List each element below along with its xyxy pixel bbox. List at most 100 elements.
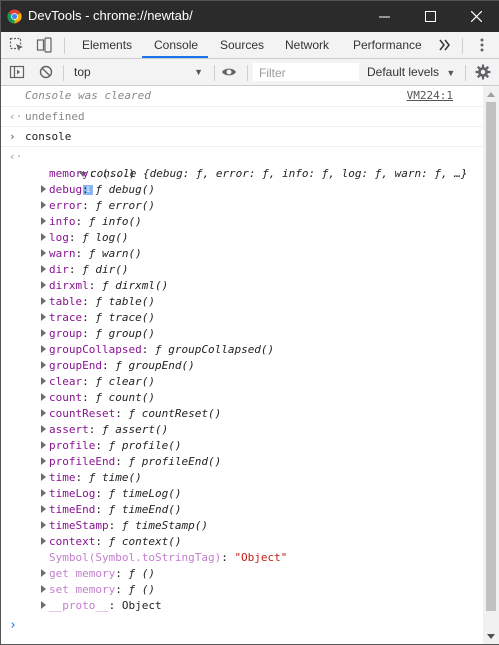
property-value: table() (108, 295, 155, 308)
property-row[interactable]: memory: (...) (49, 166, 135, 182)
property-row[interactable]: dir: ƒ dir() (41, 262, 129, 278)
live-expression-eye-icon[interactable] (221, 64, 237, 80)
console-output[interactable]: Console was cleared VM224:1 ‹· undefined… (1, 86, 483, 644)
property-key: countReset (49, 407, 116, 420)
tab-performance[interactable]: Performance (353, 32, 422, 58)
console-result-object: ‹· console {debug: ƒ, error: ƒ, info: ƒ,… (1, 147, 483, 617)
colon: : (88, 423, 102, 436)
more-tabs-icon[interactable] (437, 37, 453, 53)
property-row[interactable]: Symbol(Symbol.toStringTag): "Object" (49, 550, 287, 566)
property-value: time() (102, 471, 142, 484)
settings-gear-icon[interactable] (475, 64, 491, 80)
input-text: console (25, 130, 72, 143)
colon: : (82, 391, 96, 404)
property-row[interactable]: set memory: ƒ () (41, 582, 155, 598)
property-row[interactable]: group: ƒ group() (41, 326, 155, 342)
undefined-text: undefined (25, 110, 85, 123)
property-row[interactable]: timeStamp: ƒ timeStamp() (41, 518, 208, 534)
property-row[interactable]: table: ƒ table() (41, 294, 155, 310)
property-row[interactable]: error: ƒ error() (41, 198, 155, 214)
filter-input[interactable]: Filter (253, 63, 359, 81)
property-key: profile (49, 439, 96, 452)
property-row[interactable]: timeLog: ƒ timeLog() (41, 486, 181, 502)
colon: : (108, 519, 122, 532)
accessor-value: () (141, 583, 155, 596)
console-prompt-icon[interactable]: › (9, 618, 17, 633)
title-bar: DevTools - chrome://newtab/ (1, 1, 499, 32)
colon: : (68, 263, 83, 276)
vertical-scrollbar[interactable] (483, 86, 499, 644)
function-glyph: ƒ (108, 535, 122, 548)
property-row[interactable]: __proto__: Object (41, 598, 162, 614)
property-value: clear() (108, 375, 155, 388)
collapsed-triangle-icon (41, 361, 46, 369)
scroll-down-arrow-icon[interactable] (487, 634, 495, 639)
symbol-value: "Object" (234, 551, 288, 564)
close-button[interactable] (453, 1, 499, 32)
property-row[interactable]: info: ƒ info() (41, 214, 142, 230)
property-row[interactable]: debug: ƒ debug() (41, 182, 155, 198)
property-row[interactable]: context: ƒ context() (41, 534, 181, 550)
separator (63, 65, 64, 81)
property-row[interactable]: dirxml: ƒ dirxml() (41, 278, 168, 294)
property-value: group() (108, 327, 155, 340)
collapsed-triangle-icon (41, 185, 46, 193)
property-key: table (49, 295, 83, 308)
property-value: trace() (108, 311, 155, 324)
collapsed-triangle-icon (41, 217, 46, 225)
console-result-undefined: ‹· undefined (1, 107, 483, 127)
maximize-button[interactable] (407, 1, 453, 32)
property-key: dir (49, 263, 69, 276)
property-row[interactable]: log: ƒ log() (41, 230, 129, 246)
function-glyph: ƒ (108, 439, 122, 452)
property-row[interactable]: clear: ƒ clear() (41, 374, 155, 390)
accessor-key: get memory (49, 567, 116, 580)
proto-value: Object (121, 599, 162, 612)
object-summary[interactable]: console {debug: ƒ, error: ƒ, info: ƒ, lo… (26, 150, 467, 195)
property-row[interactable]: assert: ƒ assert() (41, 422, 168, 438)
property-row[interactable]: timeEnd: ƒ timeEnd() (41, 502, 181, 518)
property-row[interactable]: time: ƒ time() (41, 470, 142, 486)
property-key: timeEnd (49, 503, 96, 516)
minimize-button[interactable] (361, 1, 407, 32)
collapsed-triangle-icon (41, 249, 46, 257)
tab-elements[interactable]: Elements (82, 32, 132, 58)
property-key: warn (49, 247, 76, 260)
cleared-text: Console was cleared (25, 89, 151, 102)
property-row[interactable]: groupCollapsed: ƒ groupCollapsed() (41, 342, 274, 358)
property-key: groupEnd (49, 359, 102, 372)
property-row[interactable]: warn: ƒ warn() (41, 246, 142, 262)
collapsed-triangle-icon (41, 601, 46, 609)
property-row[interactable]: profile: ƒ profile() (41, 438, 181, 454)
tab-console[interactable]: Console (154, 32, 198, 58)
property-row[interactable]: countReset: ƒ countReset() (41, 406, 221, 422)
scroll-up-arrow-icon[interactable] (487, 92, 495, 97)
collapsed-triangle-icon (41, 537, 46, 545)
colon: : (101, 359, 116, 372)
property-key: error (49, 199, 83, 212)
scrollbar-thumb[interactable] (486, 102, 496, 611)
tab-sources[interactable]: Sources (220, 32, 264, 58)
source-link[interactable]: VM224:1 (407, 89, 453, 102)
function-glyph: ƒ (95, 391, 109, 404)
property-row[interactable]: groupEnd: ƒ groupEnd() (41, 358, 195, 374)
property-row[interactable]: get memory: ƒ () (41, 566, 155, 582)
property-row[interactable]: profileEnd: ƒ profileEnd() (41, 454, 221, 470)
log-levels-dropdown[interactable]: Default levels ▼ (367, 62, 455, 82)
dropdown-arrow-icon: ▼ (194, 67, 203, 77)
device-toolbar-icon[interactable] (36, 37, 52, 53)
collapsed-triangle-icon (41, 201, 46, 209)
property-value: log() (95, 231, 129, 244)
clear-console-icon[interactable] (38, 64, 54, 80)
context-selector[interactable]: top ▼ (67, 62, 209, 82)
symbol-key: Symbol(Symbol.toStringTag) (49, 551, 222, 564)
colon: : (88, 279, 102, 292)
property-row[interactable]: count: ƒ count() (41, 390, 155, 406)
tab-network[interactable]: Network (285, 32, 329, 58)
sidebar-toggle-icon[interactable] (9, 64, 25, 80)
customize-menu-icon[interactable] (474, 37, 490, 53)
proto-key: __proto__ (49, 599, 109, 612)
property-row[interactable]: trace: ƒ trace() (41, 310, 155, 326)
inspect-element-icon[interactable] (9, 37, 25, 53)
property-value: info() (102, 215, 142, 228)
